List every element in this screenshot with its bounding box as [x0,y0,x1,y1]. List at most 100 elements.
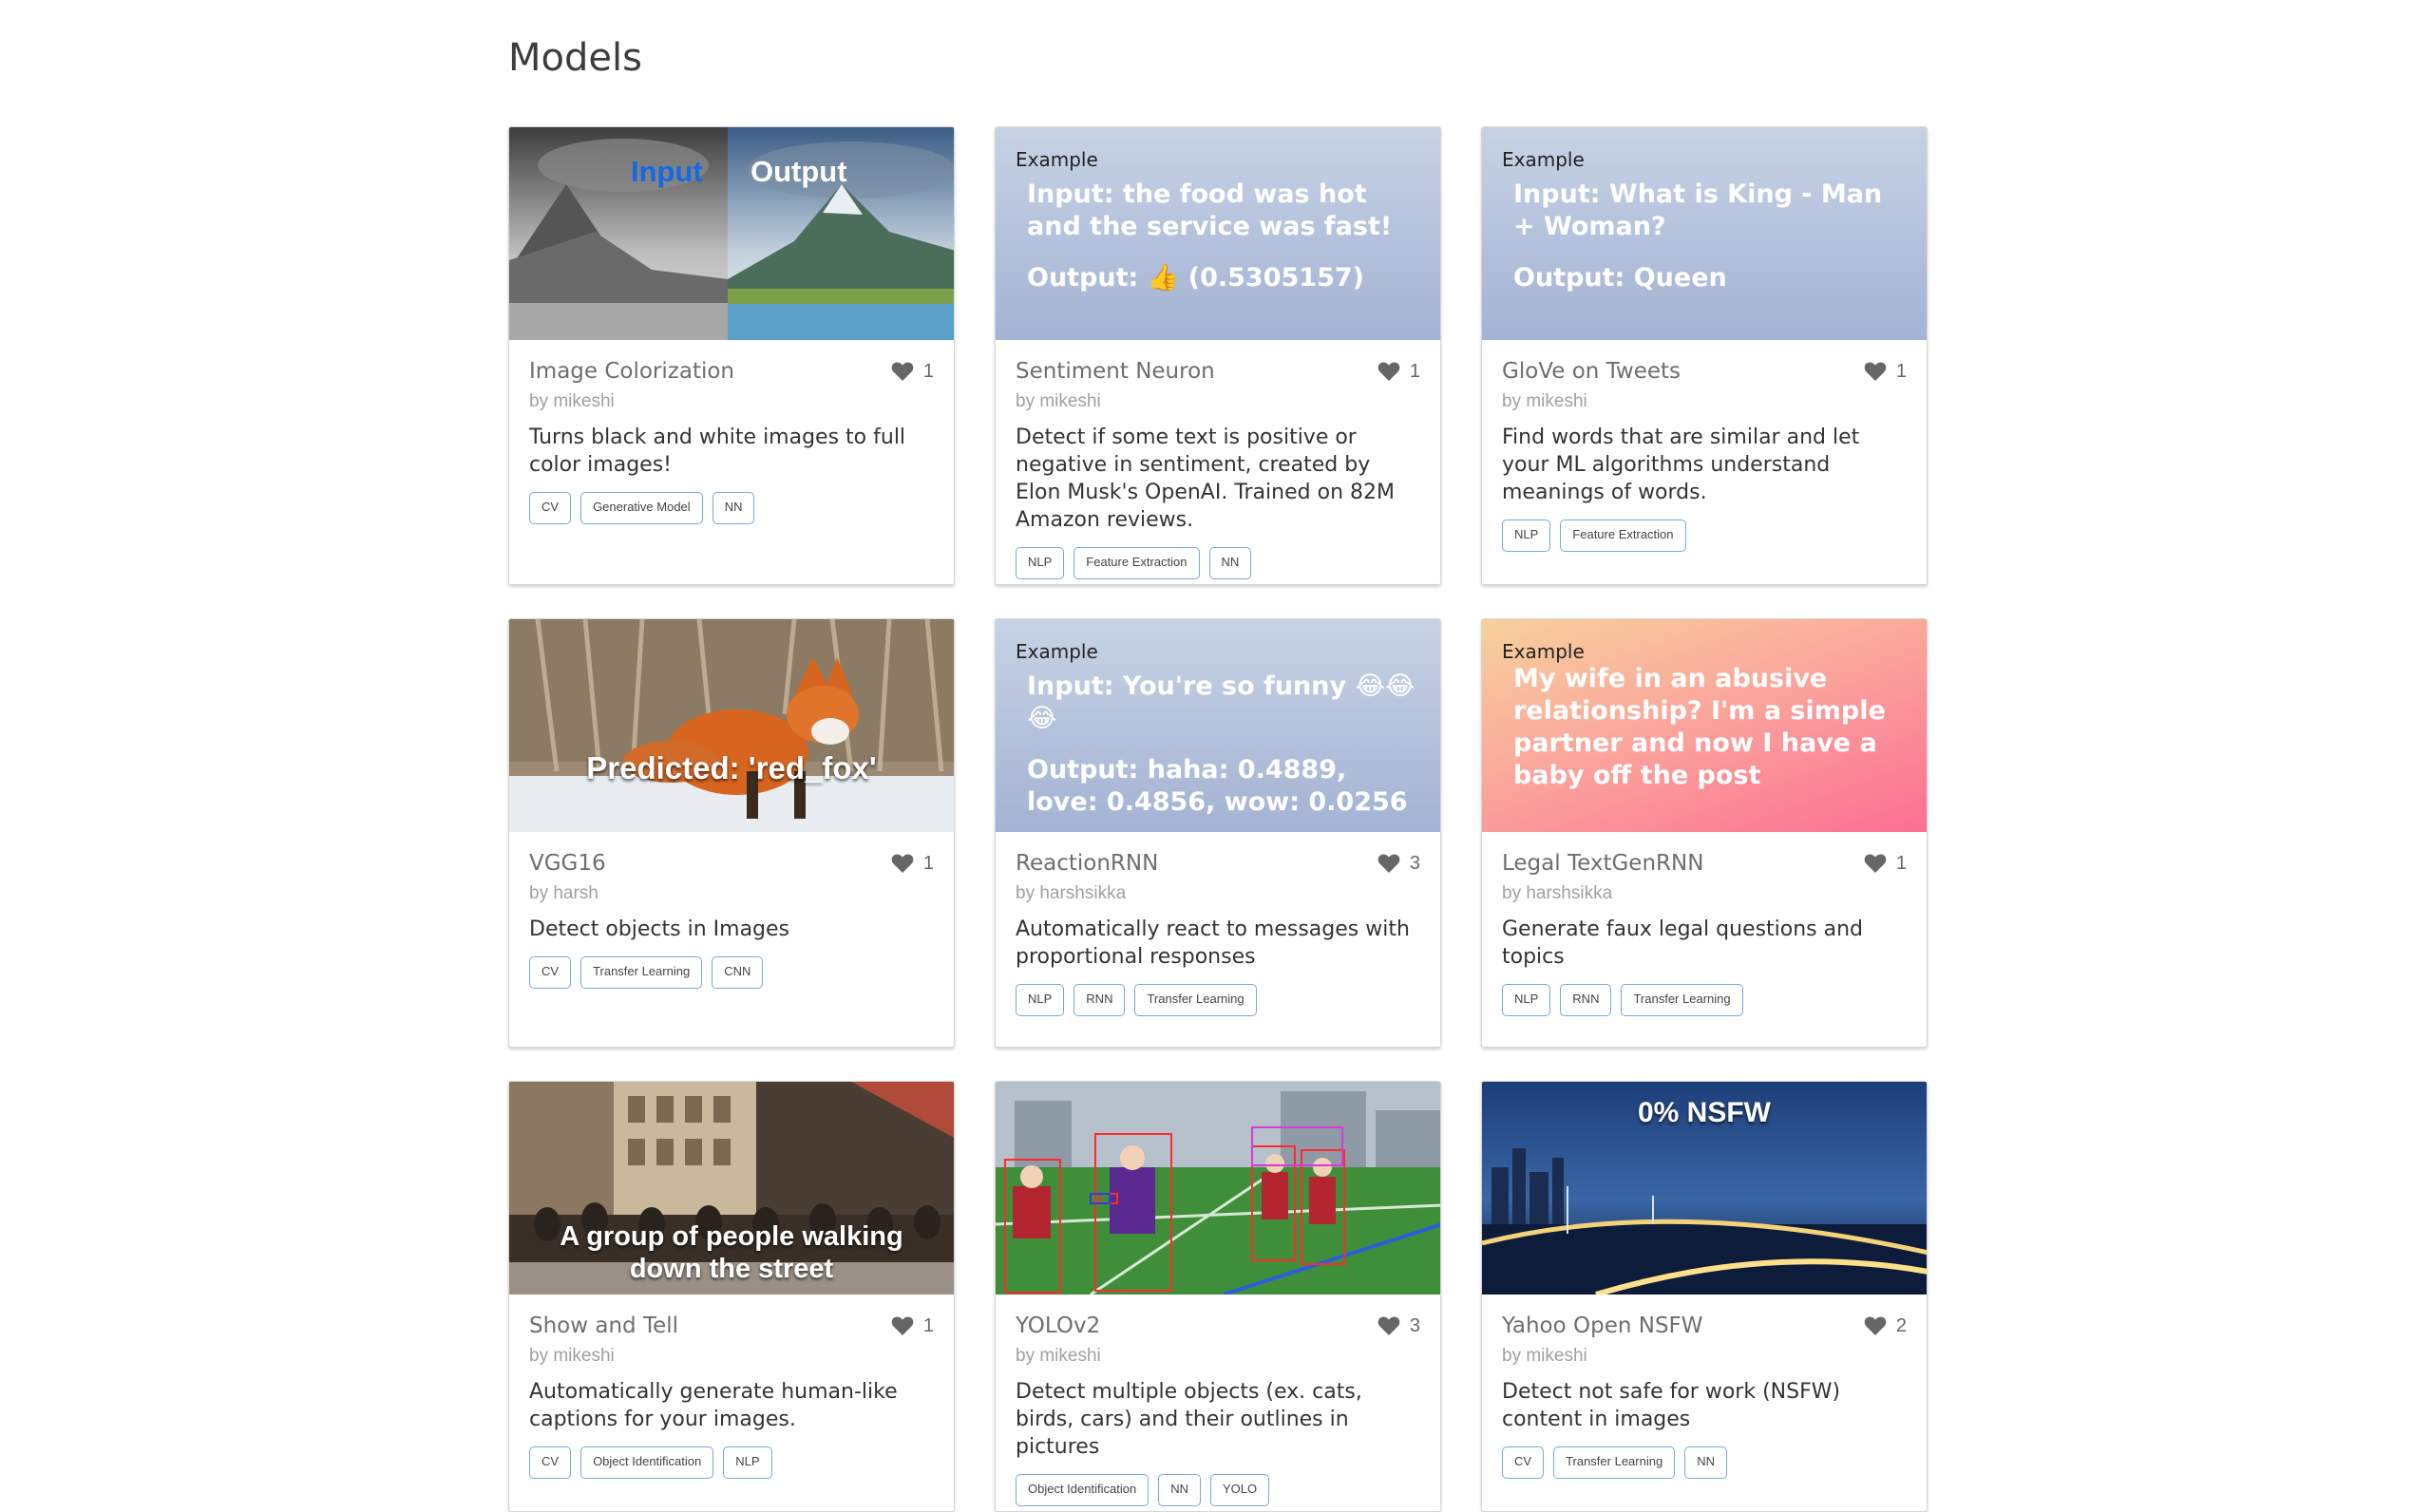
card-title[interactable]: YOLOv2 [1016,1314,1100,1338]
likes[interactable]: 1 [1864,853,1907,875]
tag-object-identification[interactable]: Object Identification [1016,1474,1150,1506]
heart-icon[interactable] [1864,361,1887,382]
tag-nn[interactable]: NN [1158,1474,1201,1506]
card-title[interactable]: VGG16 [529,851,606,876]
tag-transfer-learning[interactable]: Transfer Learning [1553,1446,1676,1479]
card-image[interactable] [996,1082,1440,1295]
example-output: Output: Queen [1513,263,1727,293]
card-author[interactable]: by harshsikka [1016,883,1420,904]
card-image[interactable]: Example Input: You're so funny 😂😂😂 Outpu… [996,619,1440,832]
example-label: Example [1016,640,1098,663]
likes[interactable]: 1 [1378,361,1420,383]
tag-nlp[interactable]: NLP [1016,547,1065,579]
model-card-show-and-tell[interactable]: A group of people walking down the stree… [508,1081,955,1512]
tag-list: CV Transfer Learning NN [1502,1446,1907,1479]
tag-list: CV Generative Model NN [529,492,934,524]
likes[interactable]: 3 [1378,1315,1420,1337]
example-input: Input: You're so funny 😂😂😂 [1027,671,1416,733]
card-author[interactable]: by mikeshi [1016,391,1420,412]
example-label: Example [1502,640,1585,663]
model-card-image-colorization[interactable]: Input Output Image Colorization 1 by mik… [508,126,955,585]
heart-icon[interactable] [891,1315,914,1336]
tag-cnn[interactable]: CNN [712,956,764,989]
likes[interactable]: 1 [891,1315,934,1337]
tag-feature-extraction[interactable]: Feature Extraction [1560,520,1686,552]
tag-nlp[interactable]: NLP [1502,984,1551,1016]
tag-feature-extraction[interactable]: Feature Extraction [1074,547,1200,579]
card-title[interactable]: Image Colorization [529,359,734,384]
tag-cv[interactable]: CV [529,956,572,989]
card-image[interactable]: 0% NSFW [1482,1082,1927,1295]
card-title[interactable]: Sentiment Neuron [1016,359,1215,384]
heart-icon[interactable] [891,361,914,382]
likes-count: 1 [1895,360,1907,382]
card-image[interactable]: Predicted: 'red_fox' [509,619,954,832]
tag-object-identification[interactable]: Object Identification [580,1446,714,1479]
tag-nn[interactable]: NN [712,492,755,524]
card-title[interactable]: GloVe on Tweets [1502,359,1681,384]
card-description: Detect not safe for work (NSFW) content … [1502,1380,1841,1431]
card-image[interactable]: Example Input: the food was hot and the … [996,127,1440,340]
card-image[interactable]: Input Output [509,127,954,340]
model-card-glove-on-tweets[interactable]: Example Input: What is King - Man + Woma… [1481,126,1928,585]
card-title[interactable]: Show and Tell [529,1314,678,1338]
card-title[interactable]: Legal TextGenRNN [1502,851,1703,876]
heart-icon[interactable] [1378,361,1400,382]
model-card-legal-textgenrnn[interactable]: Example My wife in an abusive relationsh… [1481,618,1928,1048]
tag-generative-model[interactable]: Generative Model [580,492,703,524]
card-author[interactable]: by mikeshi [1016,1346,1420,1367]
likes-count: 3 [1409,1314,1420,1336]
tag-nlp[interactable]: NLP [723,1446,772,1479]
tag-list: NLP Feature Extraction NN [1016,547,1420,579]
tag-transfer-learning[interactable]: Transfer Learning [580,956,703,989]
card-description: Automatically react to messages with pro… [1016,917,1410,969]
tag-transfer-learning[interactable]: Transfer Learning [1621,984,1743,1016]
likes[interactable]: 2 [1864,1315,1907,1337]
models-grid: Input Output Image Colorization 1 by mik… [508,126,1928,1512]
model-card-yolov2[interactable]: YOLOv2 3 by mikeshi Detect multiple obje… [995,1081,1441,1512]
card-author[interactable]: by mikeshi [529,391,934,412]
tag-list: Object Identification NN YOLO [1016,1474,1420,1506]
card-image[interactable]: Example My wife in an abusive relationsh… [1482,619,1927,832]
tag-cv[interactable]: CV [529,1446,572,1479]
heart-icon[interactable] [1378,853,1400,874]
likes[interactable]: 1 [891,853,934,875]
card-image[interactable]: Example Input: What is King - Man + Woma… [1482,127,1927,340]
tag-transfer-learning[interactable]: Transfer Learning [1134,984,1257,1016]
prediction-caption: Predicted: 'red_fox' [586,750,877,785]
likes[interactable]: 3 [1378,853,1420,875]
card-title[interactable]: Yahoo Open NSFW [1502,1314,1703,1338]
heart-icon[interactable] [1864,1315,1887,1336]
likes-count: 2 [1895,1314,1907,1336]
card-author[interactable]: by mikeshi [1502,1346,1907,1367]
likes[interactable]: 1 [1864,361,1907,383]
model-card-sentiment-neuron[interactable]: Example Input: the food was hot and the … [995,126,1441,585]
heart-icon[interactable] [1864,853,1887,874]
likes[interactable]: 1 [891,361,934,383]
card-author[interactable]: by mikeshi [529,1346,934,1367]
tag-rnn[interactable]: RNN [1074,984,1126,1016]
card-author[interactable]: by mikeshi [1502,391,1907,412]
card-author[interactable]: by harshsikka [1502,883,1907,904]
example-generated-text: My wife in an abusive relationship? I'm … [1513,664,1886,790]
card-title[interactable]: ReactionRNN [1016,851,1158,876]
heart-icon[interactable] [891,853,914,874]
output-label: Output [750,155,847,188]
model-card-vgg16[interactable]: Predicted: 'red_fox' VGG16 1 by harsh De… [508,618,955,1048]
tag-rnn[interactable]: RNN [1560,984,1612,1016]
model-card-yahoo-open-nsfw[interactable]: 0% NSFW Yahoo Open NSFW 2 by mikeshi Det… [1481,1081,1928,1512]
page-title: Models [508,36,642,80]
likes-count: 1 [1895,852,1907,874]
tag-cv[interactable]: CV [529,492,572,524]
card-author[interactable]: by harsh [529,883,934,904]
heart-icon[interactable] [1378,1315,1400,1336]
tag-yolo[interactable]: YOLO [1209,1474,1270,1506]
likes-count: 1 [1409,360,1420,382]
model-card-reactionrnn[interactable]: Example Input: You're so funny 😂😂😂 Outpu… [995,618,1441,1048]
card-image[interactable]: A group of people walking down the stree… [509,1082,954,1295]
tag-nn[interactable]: NN [1684,1446,1727,1479]
tag-nlp[interactable]: NLP [1502,520,1551,552]
tag-cv[interactable]: CV [1502,1446,1545,1479]
tag-nlp[interactable]: NLP [1016,984,1065,1016]
tag-nn[interactable]: NN [1208,547,1252,579]
